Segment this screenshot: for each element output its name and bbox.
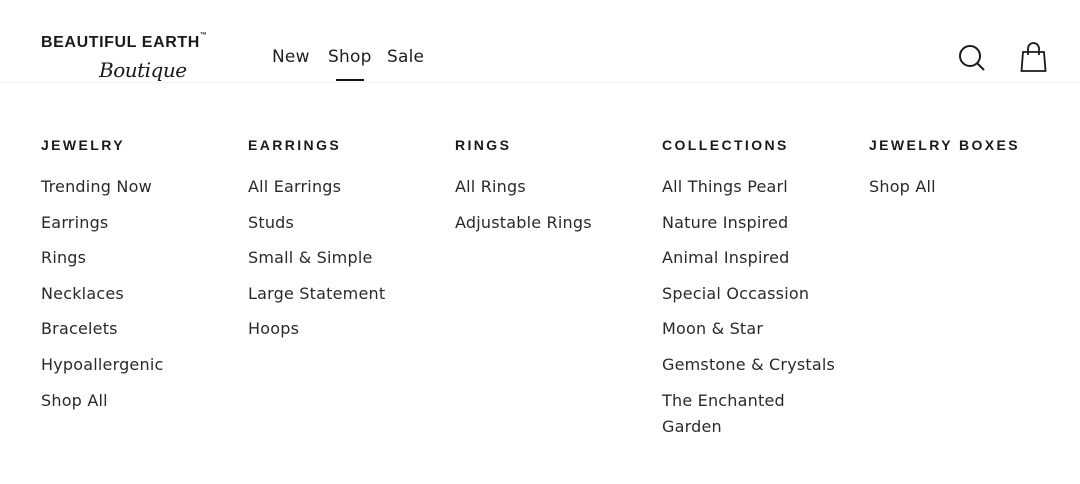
menu-link[interactable]: All Things Pearl (662, 174, 837, 200)
menu-link[interactable]: Nature Inspired (662, 210, 837, 236)
menu-link[interactable]: Special Occassion (662, 281, 837, 307)
search-icon (959, 45, 985, 71)
menu-link[interactable]: All Earrings (248, 174, 423, 200)
mega-menu: JEWELRY Trending Now Earrings Rings Neck… (0, 83, 1080, 484)
menu-link[interactable]: Trending Now (41, 174, 216, 200)
menu-link[interactable]: Bracelets (41, 316, 216, 342)
menu-column-rings: RINGS All Rings Adjustable Rings (455, 135, 630, 245)
menu-link[interactable]: Adjustable Rings (455, 210, 630, 236)
menu-column-earrings: EARRINGS All Earrings Studs Small & Simp… (248, 135, 423, 352)
column-title: RINGS (455, 137, 512, 153)
menu-link[interactable]: Hoops (248, 316, 423, 342)
nav-item-sale[interactable]: Sale (387, 47, 424, 67)
menu-column-collections: COLLECTIONS All Things Pearl Nature Insp… (662, 135, 837, 449)
menu-link[interactable]: Gemstone & Crystals (662, 352, 837, 378)
brand-name: BEAUTIFUL EARTH™ (41, 32, 208, 51)
nav-item-new[interactable]: New (272, 47, 310, 67)
site-header: BEAUTIFUL EARTH™ Boutique New Shop Sale (0, 0, 1080, 83)
menu-link[interactable]: Large Statement (248, 281, 423, 307)
menu-link[interactable]: All Rings (455, 174, 630, 200)
menu-column-jewelry: JEWELRY Trending Now Earrings Rings Neck… (41, 135, 216, 423)
menu-link[interactable]: Animal Inspired (662, 245, 837, 271)
menu-link[interactable]: Earrings (41, 210, 216, 236)
menu-link[interactable]: Moon & Star (662, 316, 837, 342)
menu-link[interactable]: Studs (248, 210, 423, 236)
menu-column-jewelry-boxes: JEWELRY BOXES Shop All (869, 135, 1044, 210)
menu-link[interactable]: Necklaces (41, 281, 216, 307)
menu-link[interactable]: Shop All (41, 388, 216, 414)
cart-button[interactable] (1020, 42, 1050, 74)
bag-icon (1020, 42, 1047, 72)
brand-logo[interactable]: BEAUTIFUL EARTH™ Boutique (41, 32, 251, 86)
search-button[interactable] (957, 42, 987, 74)
column-title: COLLECTIONS (662, 137, 789, 153)
menu-link[interactable]: Small & Simple (248, 245, 423, 271)
nav-item-shop[interactable]: Shop (328, 47, 372, 81)
menu-link[interactable]: Shop All (869, 174, 1044, 200)
column-title: JEWELRY BOXES (869, 137, 1021, 153)
menu-link[interactable]: The Enchanted Garden (662, 388, 837, 440)
menu-link[interactable]: Hypoallergenic (41, 352, 216, 378)
column-title: JEWELRY (41, 137, 125, 153)
column-title: EARRINGS (248, 137, 342, 153)
brand-script: Boutique (99, 58, 187, 82)
menu-link[interactable]: Rings (41, 245, 216, 271)
